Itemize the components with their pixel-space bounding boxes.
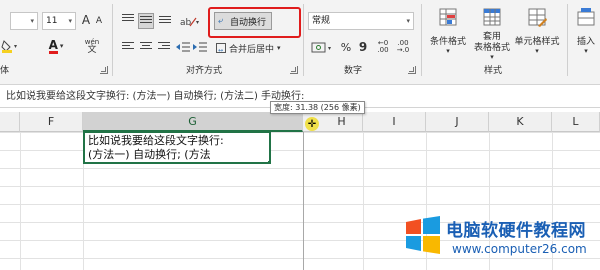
conditional-formatting-label: 条件格式 xyxy=(429,37,466,47)
watermark: 电脑软硬件教程网 www.computer26.com xyxy=(404,214,596,266)
formula-bar-content: 比如说我要给这段文字换行: (方法一) 自动换行; (方法二) 手动换行: xyxy=(6,91,305,102)
cell-styles-label: 单元格样式 xyxy=(514,37,560,47)
font-group-label: 体 xyxy=(0,66,10,76)
wrap-text-label: 自动换行 xyxy=(230,17,267,28)
cell-text-line-2: (方法一) 自动换行; (方法 xyxy=(88,148,211,161)
fill-color-icon[interactable]: ▾ xyxy=(0,38,22,54)
font-name-combo[interactable]: ▾ xyxy=(10,12,38,30)
grow-font-icon[interactable]: A xyxy=(80,12,92,28)
watermark-title: 电脑软硬件教程网 xyxy=(446,221,586,241)
active-cell-g1[interactable]: 比如说我要给这段文字换行: (方法一) 自动换行; (方法 xyxy=(83,131,271,164)
column-resize-cursor-icon[interactable]: ✛ xyxy=(305,117,319,131)
orientation-icon[interactable]: ab ▾ xyxy=(178,12,202,30)
percent-style-icon[interactable]: % xyxy=(339,38,353,56)
decrease-decimal-icon[interactable]: .00 →.0 xyxy=(394,38,412,56)
column-header-partial[interactable] xyxy=(0,112,20,132)
number-group-label: 数字 xyxy=(344,66,363,76)
accounting-format-icon[interactable]: ▾ xyxy=(310,38,336,56)
column-header-k[interactable]: K xyxy=(489,112,552,132)
increase-decimal-icon[interactable]: ←0.00 xyxy=(374,38,392,56)
column-width-tooltip: 宽度: 31.38 (256 像素) xyxy=(270,101,365,114)
align-bottom-icon[interactable] xyxy=(159,16,173,28)
separator xyxy=(303,4,304,76)
format-as-table-button[interactable]: 套用 表格格式 ▾ xyxy=(472,6,512,64)
font-group-launcher[interactable] xyxy=(100,66,108,74)
comma-style-icon[interactable]: 9 xyxy=(356,38,370,56)
format-as-table-icon xyxy=(483,8,501,26)
alignment-group-launcher[interactable] xyxy=(290,66,298,74)
align-left-icon[interactable] xyxy=(122,42,136,54)
styles-group-label: 样式 xyxy=(484,66,503,76)
alignment-group-label: 对齐方式 xyxy=(186,66,223,76)
font-size-value: 11 xyxy=(46,16,58,26)
align-right-icon[interactable] xyxy=(158,42,172,54)
wrap-text-icon: ⤶ xyxy=(218,16,224,26)
conditional-formatting-icon xyxy=(439,8,457,26)
merge-center-button[interactable]: ↔ 合并后居中 ▾ xyxy=(216,40,288,56)
column-header-i[interactable]: I xyxy=(363,112,426,132)
number-format-value: 常规 xyxy=(312,16,331,26)
insert-label: 插入 xyxy=(576,37,595,47)
increase-indent-icon[interactable] xyxy=(193,40,207,54)
svg-text:▾: ▾ xyxy=(196,19,199,26)
cell-styles-button[interactable]: 单元格样式 ▾ xyxy=(512,6,562,62)
merge-center-icon: ↔ xyxy=(216,43,226,54)
format-as-table-label-1: 套用 xyxy=(482,32,501,42)
gridline xyxy=(20,132,21,270)
column-header-l[interactable]: L xyxy=(552,112,600,132)
gridline xyxy=(363,132,364,270)
svg-text:ab: ab xyxy=(180,18,192,28)
windows-logo-icon xyxy=(406,216,440,254)
insert-button[interactable]: 插入 ▾ xyxy=(572,6,600,62)
font-size-combo[interactable]: 11 ▾ xyxy=(42,12,76,30)
cell-text-line-1: 比如说我要给这段文字换行: xyxy=(88,134,224,147)
phonetic-guide-icon[interactable]: wén 文 xyxy=(80,37,104,55)
column-header-g[interactable]: G xyxy=(83,112,303,132)
wrap-text-button[interactable]: ⤶ 自动换行 xyxy=(214,12,272,30)
merge-center-label: 合并后居中 xyxy=(229,44,275,55)
svg-text:▾: ▾ xyxy=(14,43,17,50)
number-group-launcher[interactable] xyxy=(408,66,416,74)
separator xyxy=(112,4,113,76)
svg-text:▾: ▾ xyxy=(328,45,331,52)
fill-handle[interactable] xyxy=(267,160,269,162)
decrease-indent-icon[interactable] xyxy=(176,40,190,54)
column-header-f[interactable]: F xyxy=(20,112,83,132)
ribbon: ▾ 11 ▾ A A ▾ A ▾ wén 文 体 ab ▾ ⤶ 自动换行 ↔ 合并后居中… xyxy=(0,0,600,85)
shrink-font-icon[interactable]: A xyxy=(94,14,104,28)
align-center-icon[interactable] xyxy=(140,42,154,54)
number-format-combo[interactable]: 常规 ▾ xyxy=(308,12,414,30)
conditional-formatting-button[interactable]: 条件格式 ▾ xyxy=(426,6,470,62)
column-resize-guide xyxy=(303,132,304,270)
cell-styles-icon xyxy=(528,8,547,27)
align-middle-icon[interactable] xyxy=(138,13,154,29)
font-color-icon[interactable]: A ▾ xyxy=(44,37,68,55)
separator xyxy=(421,4,422,76)
watermark-url: www.computer26.com xyxy=(452,242,587,256)
align-top-icon[interactable] xyxy=(122,14,136,26)
column-header-j[interactable]: J xyxy=(426,112,489,132)
separator xyxy=(567,4,568,76)
insert-cells-icon xyxy=(577,8,595,26)
